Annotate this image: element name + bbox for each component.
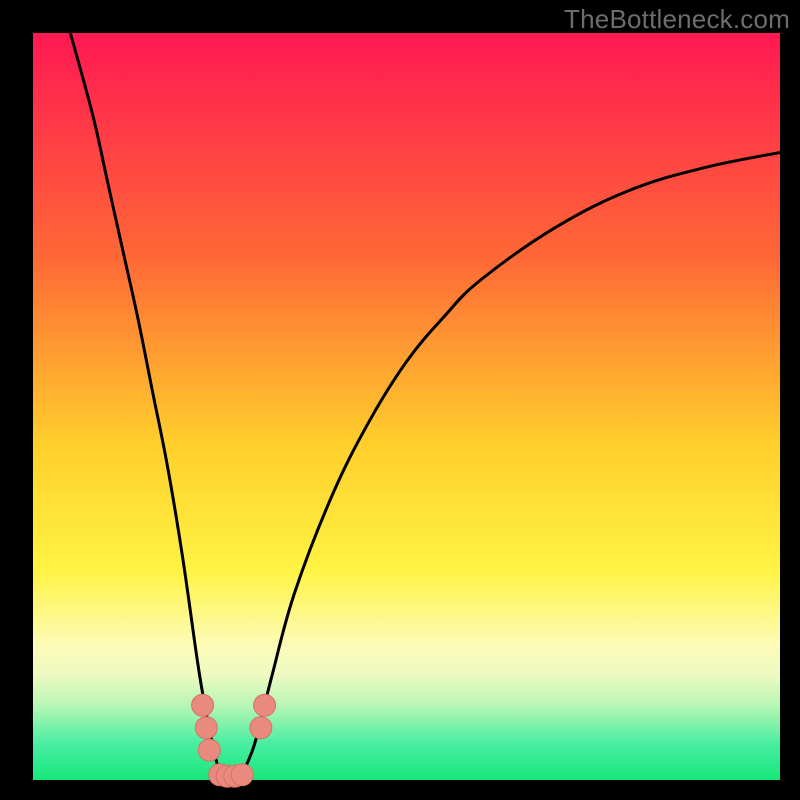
data-marker	[250, 717, 272, 739]
data-marker	[198, 739, 220, 761]
data-marker	[231, 764, 253, 786]
data-marker	[254, 694, 276, 716]
chart-frame: TheBottleneck.com	[0, 0, 800, 800]
data-marker	[192, 694, 214, 716]
gradient-background	[33, 33, 780, 780]
data-marker	[195, 717, 217, 739]
bottleneck-chart	[0, 0, 800, 800]
attribution-text: TheBottleneck.com	[564, 4, 790, 35]
